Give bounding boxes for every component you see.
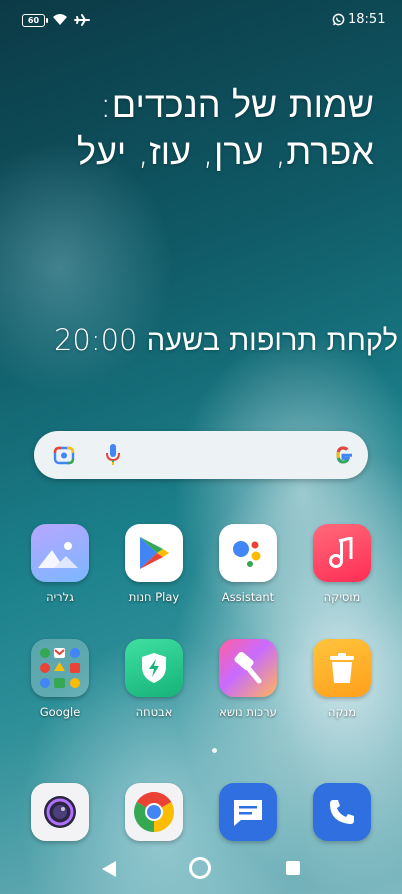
app-security[interactable]: אבטחה xyxy=(111,639,197,719)
home-icon[interactable] xyxy=(189,857,211,879)
play-store-icon xyxy=(125,524,183,582)
app-themes[interactable]: ערכות נושא xyxy=(205,639,291,719)
microphone-icon[interactable] xyxy=(105,443,121,467)
cleaner-icon xyxy=(313,639,371,697)
app-label: חנות Play xyxy=(128,590,180,604)
phone-icon xyxy=(313,783,371,841)
battery-level: 60 xyxy=(27,16,40,25)
app-label: אבטחה xyxy=(135,705,173,719)
dock-phone[interactable] xyxy=(299,783,385,841)
themes-icon xyxy=(219,639,277,697)
google-folder-icon xyxy=(31,639,89,697)
security-icon xyxy=(125,639,183,697)
camera-icon xyxy=(31,783,89,841)
dock-camera[interactable] xyxy=(17,783,103,841)
note-title: שמות של הנכדים: xyxy=(99,85,374,126)
dock-messages[interactable] xyxy=(205,783,291,841)
airplane-mode-icon xyxy=(74,14,90,26)
app-assistant[interactable]: Assistant xyxy=(205,524,291,604)
note-names: אפרת, ערן, עוז, יעל xyxy=(76,132,374,173)
status-bar: 60 18:51 xyxy=(0,0,402,40)
app-label: מנקה xyxy=(327,705,357,719)
note-widget[interactable]: שמות של הנכדים: אפרת, ערן, עוז, יעל xyxy=(14,82,374,176)
music-icon xyxy=(313,524,371,582)
recents-icon[interactable] xyxy=(286,861,300,875)
app-gallery[interactable]: גלריה xyxy=(17,524,103,604)
app-label: ערכות נושא xyxy=(219,705,277,719)
app-label: Google xyxy=(39,705,81,719)
whatsapp-notification-icon xyxy=(332,13,345,26)
wifi-icon xyxy=(53,14,67,25)
page-indicator xyxy=(212,748,217,753)
reminder-widget[interactable]: לקחת תרופות בשעה 20:00 xyxy=(18,320,398,360)
google-assistant-icon xyxy=(219,524,277,582)
google-logo-icon[interactable] xyxy=(331,443,355,467)
folder-google[interactable]: Google xyxy=(17,639,103,719)
app-play-store[interactable]: חנות Play xyxy=(111,524,197,604)
chrome-icon xyxy=(125,783,183,841)
app-cleaner[interactable]: מנקה xyxy=(299,639,385,719)
app-label: מוסיקה xyxy=(323,590,361,604)
navigation-bar xyxy=(0,840,402,894)
gallery-icon xyxy=(31,524,89,582)
battery-icon: 60 xyxy=(22,14,48,27)
status-time: 18:51 xyxy=(348,12,386,27)
google-search-bar[interactable] xyxy=(34,431,368,479)
google-lens-icon[interactable] xyxy=(52,443,76,467)
back-icon[interactable] xyxy=(101,860,117,878)
messages-icon xyxy=(219,783,277,841)
app-music[interactable]: מוסיקה xyxy=(299,524,385,604)
dock-chrome[interactable] xyxy=(111,783,197,841)
app-label: Assistant xyxy=(221,590,275,604)
app-label: גלריה xyxy=(46,590,74,604)
